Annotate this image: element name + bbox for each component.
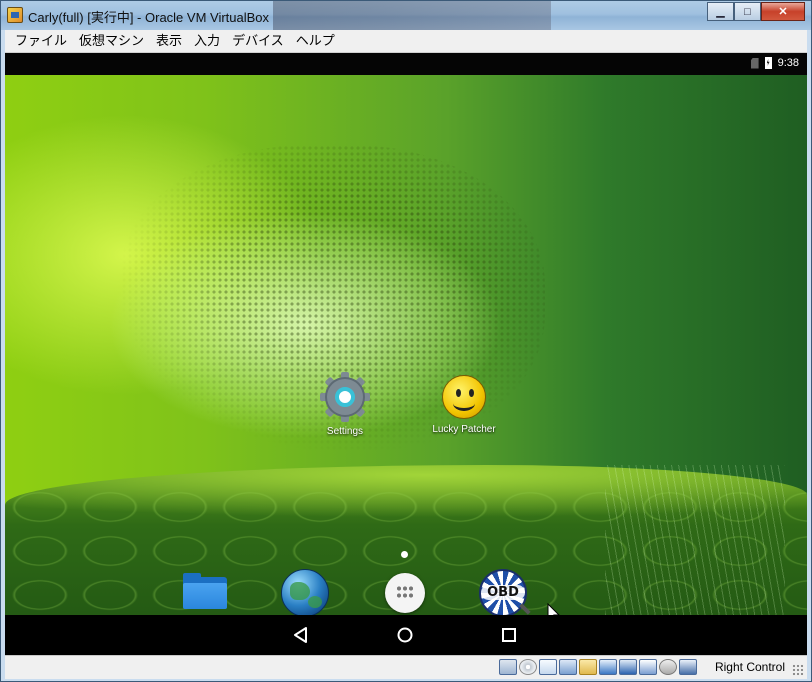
menu-view[interactable]: 表示 <box>150 31 188 51</box>
close-button[interactable]: ✕ <box>761 2 805 21</box>
display-icon[interactable] <box>599 659 617 675</box>
maximize-button[interactable]: □ <box>734 2 761 21</box>
android-status-bar[interactable]: 9:38 <box>5 53 807 75</box>
app-lucky-patcher[interactable]: Lucky Patcher <box>419 373 509 435</box>
android-nav-bar <box>5 615 807 655</box>
app-drawer-icon[interactable] <box>385 573 425 613</box>
audio-icon[interactable] <box>539 659 557 675</box>
usb-icon[interactable] <box>559 659 577 675</box>
globe-browser-icon[interactable] <box>281 569 329 617</box>
virtualbox-window: Carly(full) [実行中] - Oracle VM VirtualBox… <box>0 0 812 682</box>
app-settings[interactable]: Settings <box>300 372 390 437</box>
menu-file[interactable]: ファイル <box>9 31 73 51</box>
virtualbox-icon[interactable] <box>7 7 23 23</box>
app-label-lucky-patcher: Lucky Patcher <box>432 424 496 435</box>
folder-icon[interactable] <box>181 569 229 617</box>
window-controls: ▁ □ ✕ <box>707 2 805 21</box>
host-key-arrow-icon[interactable] <box>679 659 697 675</box>
menu-bar: ファイル 仮想マシン 表示 入力 デバイス ヘルプ <box>5 30 807 53</box>
status-icons: 9:38 <box>750 57 799 69</box>
no-sim-icon <box>750 57 759 69</box>
menu-help[interactable]: ヘルプ <box>290 31 341 51</box>
wallpaper-light-streaks <box>605 465 785 615</box>
device-indicators <box>499 659 697 675</box>
app-label-settings: Settings <box>326 426 364 437</box>
menu-input[interactable]: 入力 <box>188 31 226 51</box>
window-title: Carly(full) [実行中] - Oracle VM VirtualBox <box>28 10 270 25</box>
vm-screen[interactable]: 9:38 Settings Lucky Patcher OBD <box>5 53 807 655</box>
back-icon[interactable] <box>291 626 311 644</box>
minimize-button[interactable]: ▁ <box>707 2 734 21</box>
settings-gear-icon <box>320 372 370 422</box>
page-indicator <box>401 551 408 558</box>
menu-machine[interactable]: 仮想マシン <box>73 31 150 51</box>
title-bar[interactable]: Carly(full) [実行中] - Oracle VM VirtualBox… <box>1 1 811 30</box>
home-icon[interactable] <box>395 626 415 644</box>
background-tabs <box>273 1 551 30</box>
resize-grip[interactable] <box>792 664 804 676</box>
vt-x-icon[interactable] <box>639 659 657 675</box>
smiley-face-icon <box>442 375 486 419</box>
menu-devices[interactable]: デバイス <box>226 31 290 51</box>
vm-status-bar: Right Control <box>5 655 807 679</box>
hard-disk-icon[interactable] <box>499 659 517 675</box>
obd-icon[interactable]: OBD <box>479 569 527 617</box>
battery-charging-icon <box>764 57 772 69</box>
mouse-integration-icon[interactable] <box>659 659 677 675</box>
optical-drive-icon[interactable] <box>519 659 537 675</box>
shared-folder-icon[interactable] <box>579 659 597 675</box>
home-screen-wallpaper[interactable]: Settings Lucky Patcher OBD <box>5 75 807 624</box>
recents-icon[interactable] <box>499 626 519 644</box>
network-icon[interactable] <box>619 659 637 675</box>
host-key-label: Right Control <box>714 660 785 674</box>
status-time: 9:38 <box>777 57 799 69</box>
